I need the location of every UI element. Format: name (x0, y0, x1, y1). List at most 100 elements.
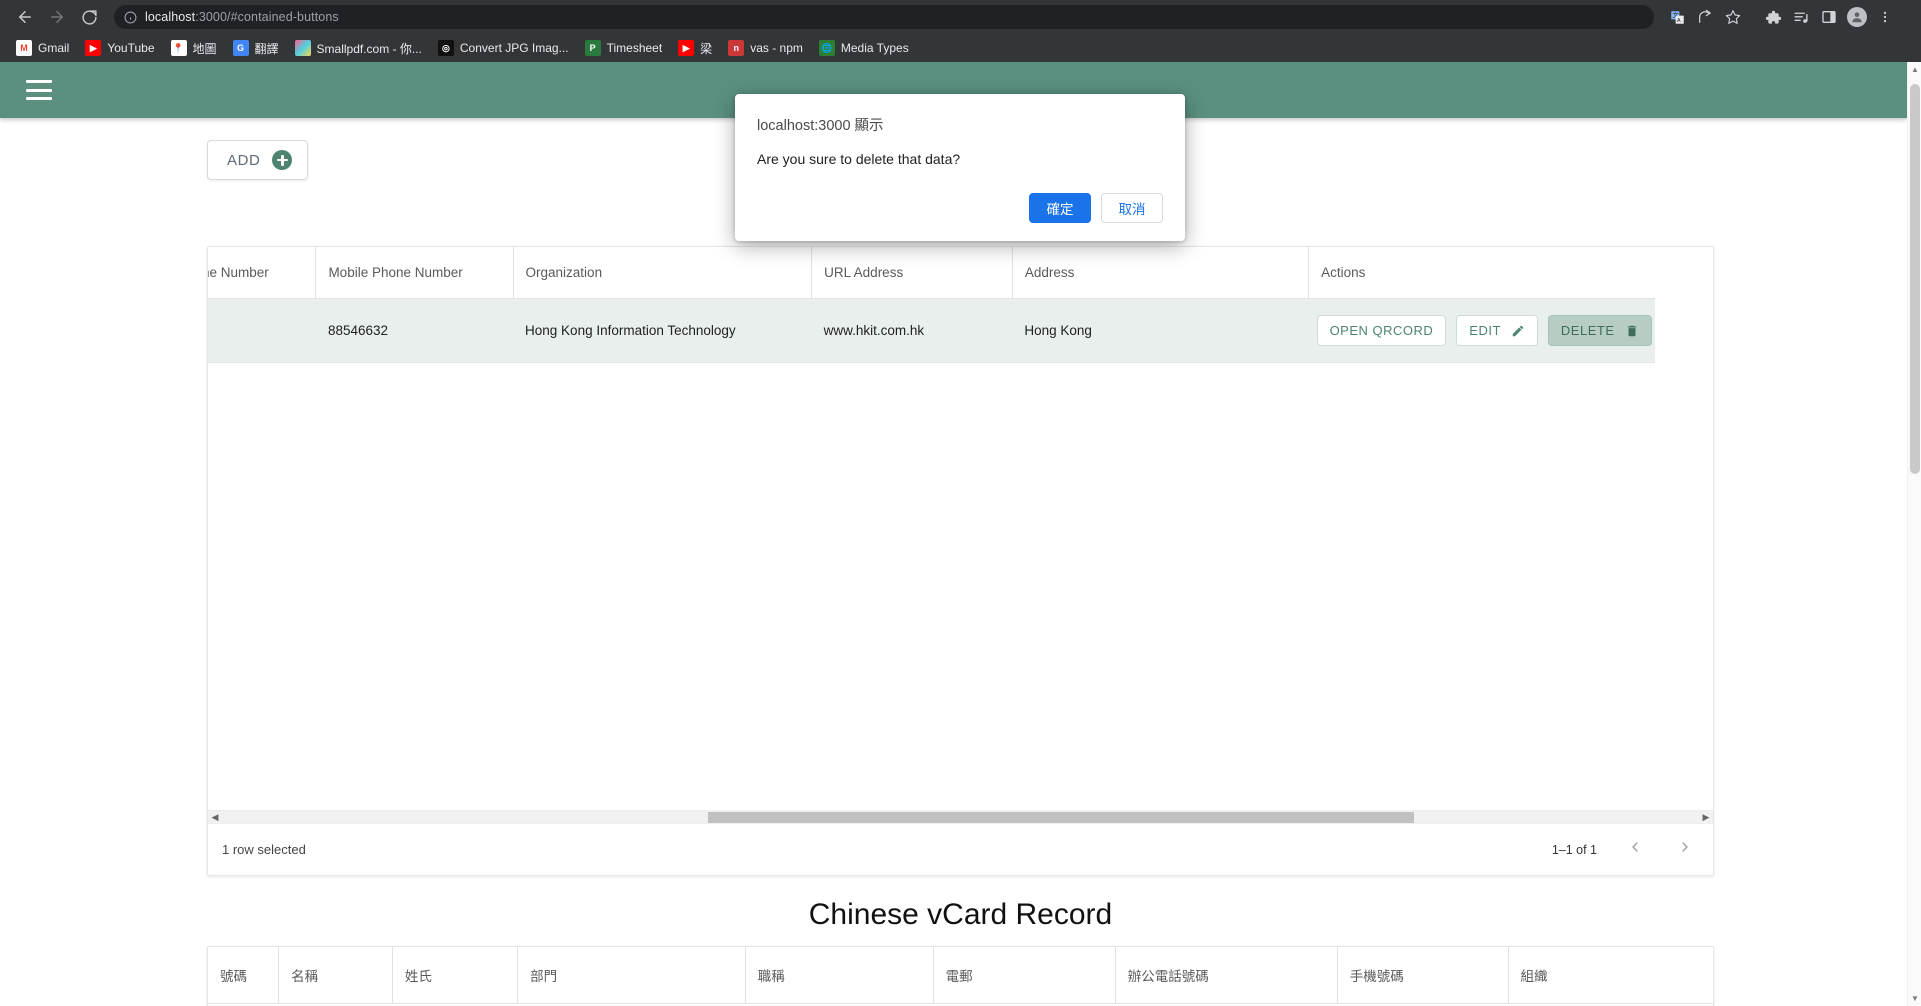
page-scroll-thumb[interactable] (1910, 84, 1920, 474)
page-viewport: ADD English vCard Record hone Number Mob… (0, 62, 1921, 1006)
chinese-vcard-table: 號碼 名稱 姓氏 部門 職稱 電郵 辦公電話號碼 手機號碼 組織 (208, 947, 1713, 1006)
bookmark-label: Timesheet (606, 41, 663, 55)
page-scroll-up-arrow[interactable]: ▲ (1908, 65, 1921, 74)
page-vertical-scrollbar[interactable]: ▲ ▼ (1907, 62, 1921, 1006)
bookmark-item[interactable]: ▶ 梁 (670, 37, 720, 60)
column-header-7[interactable]: 手機號碼 (1336, 947, 1508, 1004)
bookmark-label: Smallpdf.com - 你... (316, 41, 422, 56)
globe-icon: 🌐 (818, 40, 835, 56)
open-qrcord-button[interactable]: OPEN QRCORD (1316, 315, 1447, 346)
column-header-address[interactable]: Address (1011, 247, 1309, 299)
column-header-4[interactable]: 職稱 (744, 947, 934, 1004)
bookmark-label: 梁 (700, 41, 713, 56)
cell-address: Hong Kong (1012, 298, 1309, 363)
english-table-scroll: hone Number Mobile Phone Number Organiza… (208, 247, 1713, 810)
reload-button[interactable] (74, 2, 104, 32)
english-vcard-table: hone Number Mobile Phone Number Organiza… (208, 247, 1655, 363)
javascript-confirm-dialog: localhost:3000 顯示 Are you sure to delete… (735, 94, 1185, 241)
share-icon[interactable] (1692, 4, 1718, 30)
media-playlist-icon[interactable] (1788, 4, 1814, 30)
column-header-8[interactable]: 組織 (1507, 947, 1713, 1004)
cell-mobile: 88546632 (315, 298, 514, 363)
add-button-label: ADD (227, 151, 261, 169)
back-button[interactable] (10, 2, 40, 32)
column-header-1[interactable]: 名稱 (278, 947, 393, 1004)
site-info-icon[interactable] (124, 11, 137, 24)
side-panel-icon[interactable] (1816, 4, 1842, 30)
translate-icon: G (232, 40, 249, 56)
column-header-phone[interactable]: hone Number (208, 247, 316, 299)
scroll-left-arrow[interactable]: ◀ (208, 812, 222, 823)
selection-status: 1 row selected (222, 842, 306, 857)
pagination-range: 1–1 of 1 (1551, 842, 1597, 857)
edit-label: EDIT (1469, 323, 1501, 338)
column-header-6[interactable]: 辦公電話號碼 (1114, 947, 1338, 1004)
english-table-footer: 1 row selected 1–1 of 1 (208, 823, 1713, 875)
maps-icon: 📍 (170, 40, 187, 56)
bookmark-item[interactable]: 🌐 Media Types (811, 37, 917, 59)
bookmark-item[interactable]: G 翻譯 (225, 37, 287, 60)
delete-label: DELETE (1560, 323, 1615, 338)
cell-actions: OPEN QRCORD EDIT DELETE (1308, 298, 1655, 363)
bookmark-item[interactable]: n vas - npm (720, 37, 811, 59)
dialog-confirm-button[interactable]: 確定 (1029, 193, 1091, 223)
scroll-right-arrow[interactable]: ▶ (1699, 812, 1713, 823)
column-header-organization[interactable]: Organization (512, 247, 812, 299)
cell-organization: Hong Kong Information Technology (513, 298, 812, 363)
dialog-message: Are you sure to delete that data? (757, 151, 961, 167)
convert-icon: ◎ (437, 40, 454, 56)
browser-toolbar-icons: 文A (1664, 4, 1898, 30)
translate-icon[interactable]: 文A (1664, 4, 1690, 30)
url-text: localhost:3000/#contained-buttons (145, 10, 339, 24)
gmail-icon: M (16, 40, 32, 56)
project-icon: P (584, 40, 601, 56)
address-bar[interactable]: localhost:3000/#contained-buttons (114, 5, 1654, 29)
cell-phone: 4 (208, 298, 316, 363)
pencil-icon (1511, 324, 1525, 338)
dialog-origin: localhost:3000 顯示 (757, 118, 884, 134)
profile-avatar-icon[interactable] (1844, 4, 1870, 30)
bookmarks-bar: M Gmail ▶ YouTube 📍 地圖 G 翻譯 Smallpdf.com - 你... ◎… (0, 34, 1921, 62)
three-dot-menu-icon[interactable] (1872, 4, 1898, 30)
pagination: 1–1 of 1 (1552, 839, 1697, 860)
column-header-0[interactable]: 號碼 (208, 947, 279, 1004)
bookmark-item[interactable]: P Timesheet (577, 37, 671, 59)
dialog-cancel-button[interactable]: 取消 (1101, 193, 1163, 223)
bookmark-label: Convert JPG Imag... (459, 41, 569, 55)
browser-toolbar: localhost:3000/#contained-buttons 文A (0, 0, 1921, 34)
hamburger-menu-icon[interactable] (26, 80, 52, 100)
table-horizontal-scrollbar[interactable]: ◀ ▶ (208, 810, 1713, 823)
column-header-url[interactable]: URL Address (811, 247, 1013, 299)
bookmark-star-icon[interactable] (1720, 4, 1746, 30)
column-header-actions[interactable]: Actions (1308, 247, 1655, 299)
chevron-left-icon[interactable] (1623, 839, 1647, 860)
npm-icon: n (728, 40, 745, 56)
bookmark-item[interactable]: 📍 地圖 (163, 37, 225, 60)
bookmark-item[interactable]: ◎ Convert JPG Imag... (430, 37, 577, 59)
bookmark-label: 翻譯 (254, 41, 279, 56)
url-host: localhost (145, 10, 196, 24)
scrollbar-thumb[interactable] (708, 812, 1414, 823)
bookmark-label: Gmail (38, 41, 70, 55)
english-table-header-row: hone Number Mobile Phone Number Organiza… (208, 247, 1655, 299)
chevron-right-icon[interactable] (1673, 839, 1697, 860)
table-row[interactable]: 4 88546632 Hong Kong Information Technol… (208, 298, 1655, 363)
page-scroll-down-arrow[interactable]: ▼ (1908, 994, 1921, 1003)
bookmark-item[interactable]: ▶ YouTube (77, 37, 162, 59)
column-header-5[interactable]: 電郵 (932, 947, 1116, 1004)
delete-button[interactable]: DELETE (1547, 315, 1652, 346)
extensions-puzzle-icon[interactable] (1760, 4, 1786, 30)
chinese-table-card: 號碼 名稱 姓氏 部門 職稱 電郵 辦公電話號碼 手機號碼 組織 (207, 946, 1714, 1006)
bookmark-item[interactable]: Smallpdf.com - 你... (287, 37, 430, 60)
add-button[interactable]: ADD (207, 140, 309, 180)
youtube-icon: ▶ (678, 40, 695, 56)
forward-button[interactable] (42, 2, 72, 32)
column-header-3[interactable]: 部門 (517, 947, 746, 1004)
browser-chrome: localhost:3000/#contained-buttons 文A M G… (0, 0, 1921, 62)
column-header-2[interactable]: 姓氏 (391, 947, 518, 1004)
bookmark-label: 地圖 (192, 41, 217, 56)
edit-button[interactable]: EDIT (1456, 315, 1538, 346)
trash-icon (1625, 324, 1639, 338)
column-header-mobile[interactable]: Mobile Phone Number (315, 247, 514, 299)
bookmark-item[interactable]: M Gmail (8, 37, 77, 59)
